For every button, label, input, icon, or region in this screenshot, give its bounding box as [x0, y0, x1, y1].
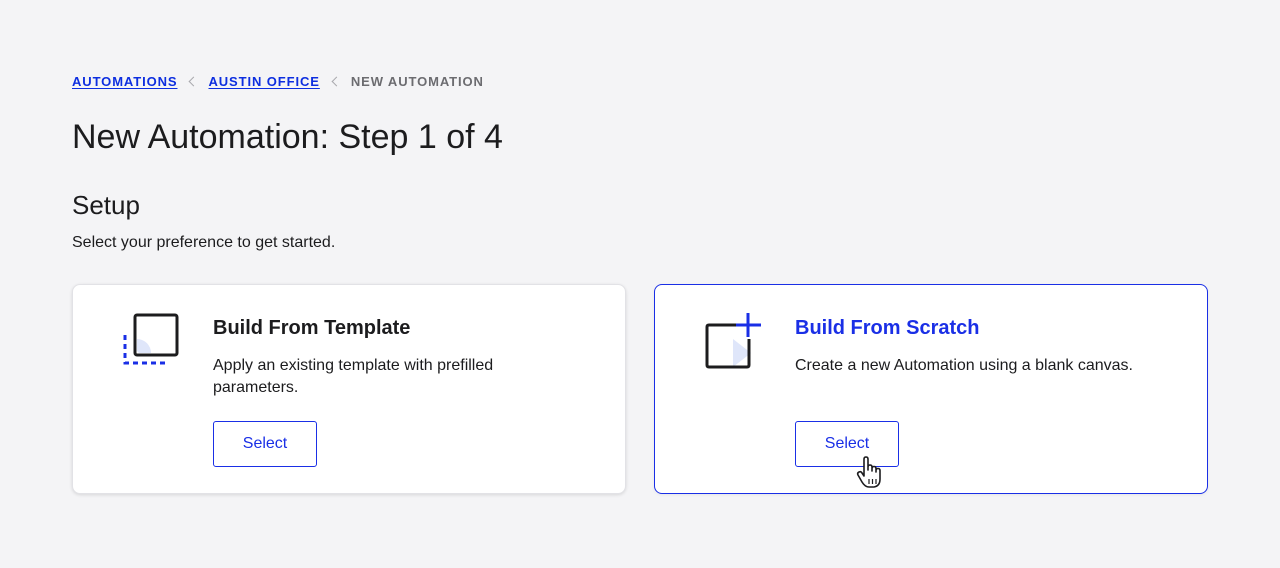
card-description: Create a new Automation using a blank ca…: [795, 357, 1133, 374]
build-from-scratch-card[interactable]: Build From Scratch Create a new Automati…: [654, 284, 1208, 494]
breadcrumb-current: NEW AUTOMATION: [350, 74, 484, 89]
card-title: Build From Template: [213, 317, 411, 339]
page-title: New Automation: Step 1 of 4: [72, 118, 503, 156]
card-title: Build From Scratch: [795, 317, 980, 339]
breadcrumb-link-austin-office[interactable]: AUSTIN OFFICE: [208, 74, 319, 89]
breadcrumb-link-automations[interactable]: AUTOMATIONS: [72, 74, 177, 89]
card-description: Apply an existing template with prefille…: [213, 357, 494, 396]
chevron-left-icon: [331, 76, 342, 87]
section-title: Setup: [72, 190, 140, 220]
select-scratch-button[interactable]: Select: [795, 421, 899, 467]
build-from-template-card[interactable]: Build From Template Apply an existing te…: [72, 284, 626, 494]
select-template-button[interactable]: Select: [213, 421, 317, 467]
breadcrumb: AUTOMATIONS AUSTIN OFFICE NEW AUTOMATION: [72, 74, 484, 89]
blank-canvas-plus-icon: [703, 309, 767, 373]
section-subtitle: Select your preference to get started.: [72, 234, 336, 251]
template-icon: [121, 309, 185, 373]
chevron-left-icon: [189, 76, 199, 87]
